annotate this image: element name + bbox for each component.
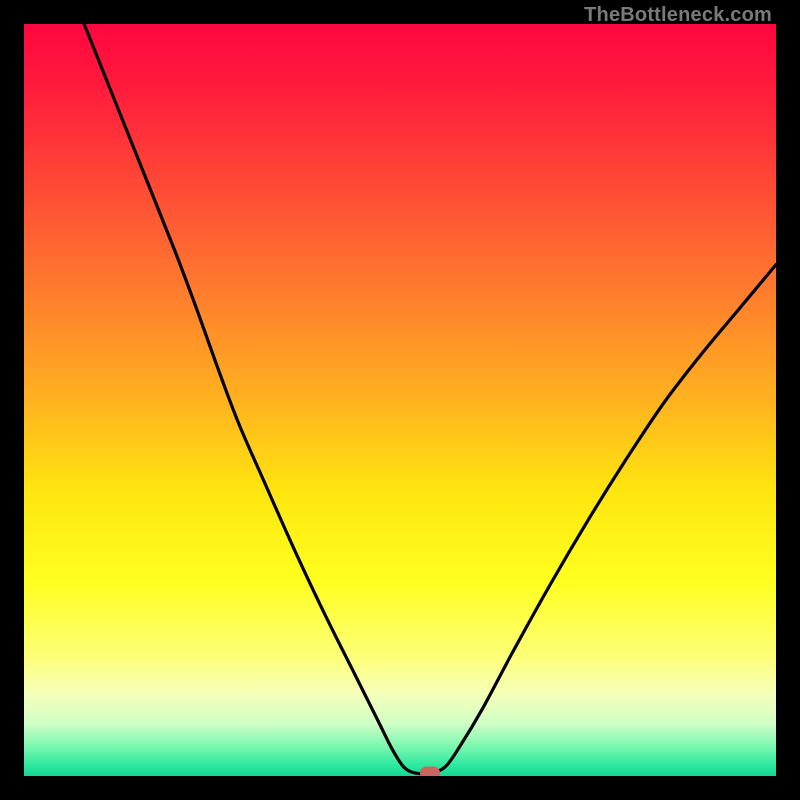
chart-frame: TheBottleneck.com	[0, 0, 800, 800]
minimum-marker-icon	[420, 766, 440, 776]
bottleneck-curve	[24, 24, 776, 776]
plot-area	[24, 24, 776, 776]
